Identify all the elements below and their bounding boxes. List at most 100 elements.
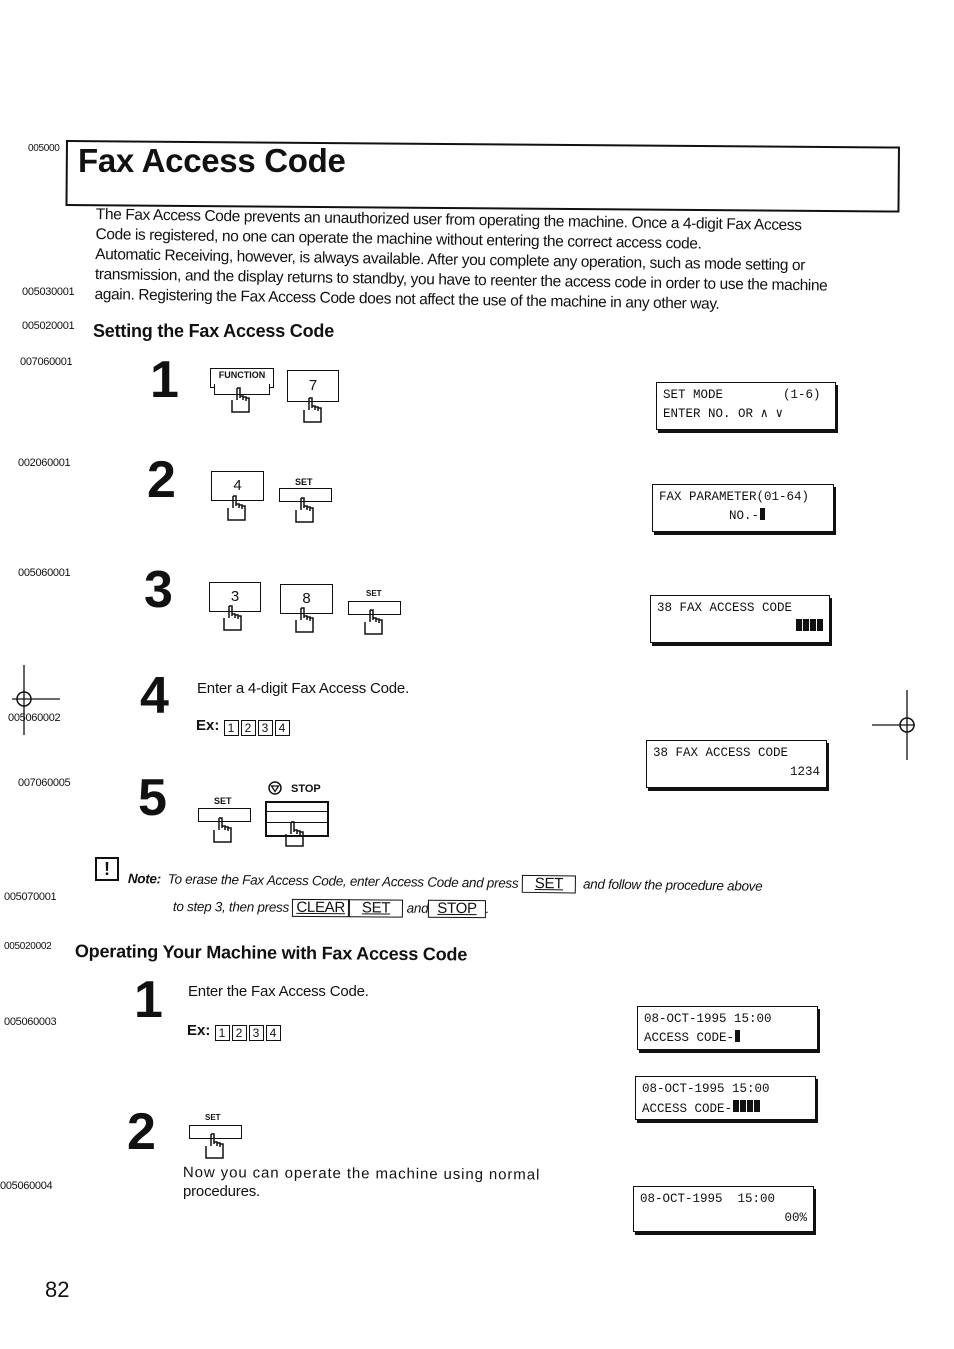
key-caption: SET <box>205 1113 221 1122</box>
step-number: 5 <box>138 769 167 827</box>
step-number: 2 <box>147 451 176 509</box>
key-label: 4 <box>233 477 242 494</box>
key-label: FUNCTION <box>218 370 266 380</box>
note-label: Note: <box>127 870 161 887</box>
inline-key-clear: CLEAR <box>292 898 350 918</box>
setting-heading: Setting the Fax Access Code <box>93 321 335 341</box>
lcd-line: 08-OCT-1995 15:00 <box>640 1192 776 1206</box>
page-number: 82 <box>45 1277 70 1302</box>
key-caption: SET <box>295 477 313 487</box>
lcd-line: 00% <box>784 1211 807 1225</box>
cursor-icon <box>735 1030 741 1042</box>
section-code: 005020001 <box>22 320 75 332</box>
stop-icon <box>268 781 282 795</box>
lcd-line: NO.- <box>729 509 760 523</box>
lcd-display: 08-OCT-1995 15:00 ACCESS CODE- <box>635 1076 816 1120</box>
step-code: 007060005 <box>18 777 71 789</box>
note-line-1: Note: To erase the Fax Access Code, ente… <box>128 870 763 896</box>
key-caption: STOP <box>291 783 321 795</box>
pointing-hand-icon <box>223 605 242 631</box>
intro-paragraph: The Fax Access Code prevents an unauthor… <box>94 205 875 317</box>
key-label: 8 <box>302 590 311 607</box>
pointing-hand-icon <box>213 817 232 843</box>
step-code: 005060003 <box>4 1016 57 1028</box>
lcd-line: 38 FAX ACCESS CODE <box>653 746 789 760</box>
key-label: 7 <box>308 377 318 394</box>
note-text: and follow the procedure above <box>582 876 763 894</box>
lcd-display: 38 FAX ACCESS CODE <box>650 595 830 643</box>
lcd-block-cursor <box>657 618 823 637</box>
pointing-hand-icon <box>227 495 246 521</box>
example-code: Ex: 1234 <box>187 1022 283 1041</box>
step-code: 005060004 <box>0 1180 53 1192</box>
example-label: Ex: <box>187 1022 211 1039</box>
lcd-line: ACCESS CODE- <box>642 1102 733 1116</box>
note-text: to step 3, then press <box>172 899 290 915</box>
lcd-display: SET MODE (1-6) ENTER NO. OR ∧ ∨ <box>656 382 836 430</box>
lcd-line: ENTER NO. OR ∧ ∨ <box>663 407 784 421</box>
registration-mark-icon <box>872 690 915 760</box>
step-number: 1 <box>150 351 179 409</box>
step-code: 002060001 <box>18 457 71 469</box>
note-code: 005070001 <box>4 891 57 903</box>
digit-box: 1 <box>223 720 239 736</box>
step-instruction: Enter a 4-digit Fax Access Code. <box>197 680 410 697</box>
pointing-hand-icon <box>231 387 250 413</box>
note-text: and <box>406 900 429 916</box>
lcd-line: 08-OCT-1995 15:00 <box>642 1082 770 1096</box>
lcd-display: 08-OCT-1995 15:00 00% <box>633 1186 814 1232</box>
note-text: To erase the Fax Access Code, enter Acce… <box>167 871 519 891</box>
step-code: 005060001 <box>18 567 71 579</box>
digit-box: 3 <box>248 1025 264 1041</box>
key-caption: SET <box>214 796 232 806</box>
step-instruction: Enter the Fax Access Code. <box>188 983 369 1000</box>
digit-box: 2 <box>240 720 256 736</box>
lcd-line: 08-OCT-1995 15:00 <box>644 1012 772 1026</box>
section-code: 005020002 <box>4 941 52 952</box>
step-number: 1 <box>134 971 163 1029</box>
registration-mark-icon <box>12 665 60 735</box>
example-label: Ex: <box>196 717 220 734</box>
example-code: Ex: 1234 <box>196 717 292 736</box>
lcd-line: FAX PARAMETER(01-64) <box>659 490 810 504</box>
pointing-hand-icon <box>295 497 314 523</box>
pointing-hand-icon <box>364 609 383 635</box>
inline-key-stop: STOP <box>428 899 486 919</box>
lcd-line-2: NO.- <box>659 507 827 526</box>
step-instruction: Now you can operate the machine using no… <box>182 1164 541 1184</box>
step-instruction: procedures. <box>183 1183 261 1200</box>
lcd-line: ACCESS CODE- <box>644 1031 735 1045</box>
inline-key-set: SET <box>521 874 577 894</box>
lcd-display: 08-OCT-1995 15:00 ACCESS CODE- <box>637 1006 818 1050</box>
lcd-line: SET MODE (1-6) <box>663 388 821 402</box>
digit-box: 2 <box>231 1025 247 1041</box>
digit-box: 4 <box>265 1025 281 1041</box>
note-text: . <box>485 901 490 917</box>
step-code: 007060001 <box>20 356 73 368</box>
step-number: 4 <box>140 667 169 725</box>
step-number: 3 <box>144 561 173 619</box>
digit-box: 1 <box>214 1025 230 1041</box>
pointing-hand-icon <box>205 1133 224 1159</box>
lcd-line-2: ACCESS CODE- <box>644 1029 811 1048</box>
lcd-line: 1234 <box>789 765 820 779</box>
operating-heading: Operating Your Machine with Fax Access C… <box>74 941 468 965</box>
intro-code: 005030001 <box>22 286 75 298</box>
warning-icon: ! <box>95 857 119 881</box>
key-label: 3 <box>230 588 240 605</box>
digit-box: 3 <box>257 720 273 736</box>
cursor-icon <box>760 508 766 520</box>
step-number: 2 <box>127 1103 156 1161</box>
key-caption: SET <box>366 589 382 598</box>
pointing-hand-icon <box>295 607 314 633</box>
lcd-line-2: ACCESS CODE- <box>642 1099 809 1119</box>
digit-box: 4 <box>274 720 290 736</box>
lcd-line: 38 FAX ACCESS CODE <box>657 601 793 615</box>
pointing-hand-icon <box>303 397 322 423</box>
note-line-2: to step 3, then press CLEAR SET and STOP. <box>172 898 490 919</box>
page-title: Fax Access Code <box>78 142 346 179</box>
inline-key-set: SET <box>348 899 404 918</box>
lcd-display: 38 FAX ACCESS CODE 1234 <box>646 740 827 788</box>
pointing-hand-icon <box>285 821 304 847</box>
section-code: 005000 <box>28 143 60 154</box>
